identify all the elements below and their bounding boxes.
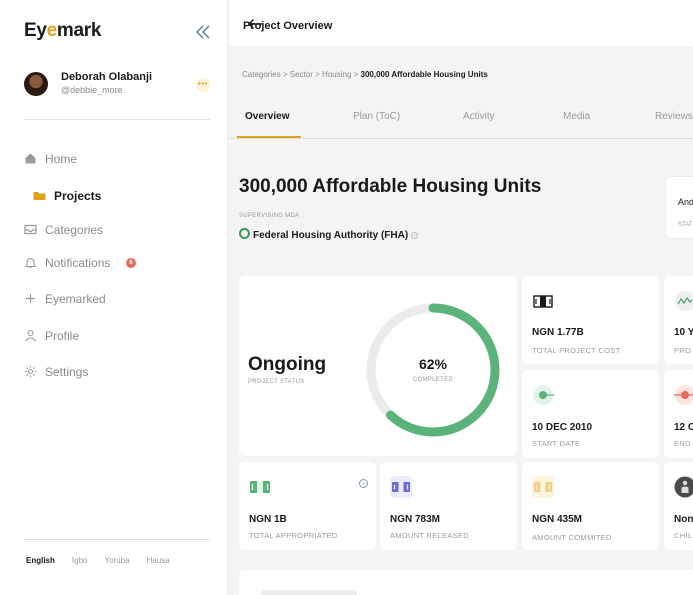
sidebar-item-eyemarked[interactable]: Eyemarked: [24, 290, 210, 310]
stat-label: PRO: [674, 346, 692, 355]
side-info-label: STAT: [678, 222, 693, 228]
supervising-mda-label: SUPERVISING MDA: [239, 213, 300, 219]
sidebar-item-notifications[interactable]: Notifications 6: [24, 254, 210, 274]
stat-value: NGN 783M: [390, 514, 441, 525]
active-tab-indicator: [237, 136, 301, 138]
mda-name[interactable]: Federal Housing Authority (FHA): [253, 230, 408, 241]
stat-value: 10 Y: [674, 327, 693, 338]
mda-seal-icon: [239, 228, 250, 239]
stat-value: NGN 1B: [249, 514, 287, 525]
home-icon: [25, 153, 36, 164]
avatar[interactable]: [24, 72, 48, 96]
stat-card-total-appropriated: i NGN 1B TOTAL APPROPRIATED: [239, 462, 376, 550]
sidebar-item-label: Notifications: [45, 256, 111, 270]
gear-icon: [24, 365, 37, 378]
sidebar-item-settings[interactable]: Settings: [24, 363, 210, 383]
next-section-card: [239, 570, 693, 595]
stat-card-end-date: 12 O END: [664, 370, 693, 458]
sidebar-item-label: Home: [45, 152, 78, 166]
stat-label: TOTAL APPROPRIATED: [249, 531, 338, 540]
language-hausa[interactable]: Hausa: [147, 556, 170, 565]
notification-count-badge: 6: [126, 258, 136, 268]
tab-bar: Overview Plan (ToC) Activity Media Revie…: [229, 100, 693, 139]
side-info-value: And: [678, 197, 693, 207]
supervising-mda: Federal Housing Authority (FHA) i: [239, 228, 419, 241]
sidebar-item-profile[interactable]: Profile: [24, 327, 210, 347]
sidebar-item-label: Projects: [54, 189, 102, 203]
stat-value: 12 O: [674, 422, 693, 433]
sidebar-item-categories[interactable]: Categories: [24, 221, 210, 241]
cash-purple-icon: [390, 476, 412, 498]
stat-card-children: Non CHIL: [664, 462, 693, 550]
stat-value: 10 DEC 2010: [532, 422, 593, 433]
info-icon[interactable]: i: [411, 232, 419, 239]
stat-card-start-date: 10 DEC 2010 START DATE: [522, 370, 659, 458]
start-dot-icon: [533, 385, 554, 405]
project-status-value: Ongoing: [248, 354, 327, 375]
tab-media[interactable]: Media: [563, 111, 590, 122]
sidebar-item-projects[interactable]: Projects: [24, 187, 210, 207]
stat-label: AMOUNT COMMITED: [532, 533, 612, 542]
stat-label: START DATE: [532, 439, 581, 448]
money-icon: [533, 295, 553, 308]
people-icon: [674, 476, 693, 498]
language-english[interactable]: English: [26, 556, 55, 565]
user-icon: [25, 329, 36, 342]
breadcrumb: Categories > Sector > Housing > 300,000 …: [242, 70, 488, 79]
stat-label: AMOUNT RELEASED: [390, 531, 469, 540]
project-title: 300,000 Affordable Housing Units: [239, 176, 542, 197]
stat-value: NGN 1.77B: [532, 327, 584, 338]
page-title: Project Overview: [243, 20, 333, 32]
next-section-heading-placeholder: [261, 590, 357, 595]
breadcrumb-current: 300,000 Affordable Housing Units: [360, 70, 488, 79]
project-status-label: PROJECT STATUS: [248, 379, 305, 385]
divider: [24, 119, 210, 120]
sidebar: Eyemark Deborah Olabanji @debbie_more ••…: [0, 0, 228, 595]
tab-activity[interactable]: Activity: [463, 111, 495, 122]
app-logo[interactable]: Eyemark: [24, 20, 101, 42]
stat-value: Non: [674, 514, 693, 525]
stat-value: NGN 435M: [532, 514, 583, 525]
sidebar-item-label: Eyemarked: [45, 292, 106, 306]
side-info-card: And STAT: [665, 176, 693, 239]
project-status-card: Ongoing PROJECT STATUS 62% COMPLETED: [239, 276, 517, 456]
stat-label: TOTAL PROJECT COST: [532, 346, 621, 355]
inbox-icon: [24, 224, 37, 235]
cash-green-icon: [250, 481, 270, 493]
language-switcher: English Igbo Yoruba Hausa: [26, 556, 187, 565]
user-profile[interactable]: Deborah Olabanji @debbie_more •••: [24, 70, 214, 100]
tab-plan-toc[interactable]: Plan (ToC): [353, 111, 400, 122]
completion-label: COMPLETED: [412, 377, 454, 383]
user-name: Deborah Olabanji: [61, 71, 153, 83]
trend-icon: [675, 291, 693, 311]
stat-label: CHIL: [674, 531, 693, 540]
folder-icon: [33, 192, 46, 200]
stat-card-amount-committed: NGN 435M AMOUNT COMMITED: [522, 462, 659, 550]
info-icon[interactable]: i: [359, 479, 368, 488]
sidebar-item-label: Settings: [45, 365, 89, 379]
tab-overview[interactable]: Overview: [245, 111, 289, 122]
stat-card-amount-released: NGN 783M AMOUNT RELEASED: [380, 462, 517, 550]
language-yoruba[interactable]: Yoruba: [104, 556, 129, 565]
user-handle: @debbie_more: [61, 85, 123, 95]
more-options-icon[interactable]: •••: [196, 78, 210, 92]
sidebar-item-label: Profile: [45, 329, 80, 343]
stat-card-duration: 10 Y PRO: [664, 276, 693, 364]
divider: [24, 539, 210, 540]
sidebar-item-home[interactable]: Home: [24, 150, 210, 170]
stat-card-total-cost: NGN 1.77B TOTAL PROJECT COST: [522, 276, 659, 364]
stat-label: END: [674, 439, 691, 448]
language-igbo[interactable]: Igbo: [72, 556, 88, 565]
plus-icon: [26, 294, 35, 303]
end-dot-icon: [674, 385, 693, 405]
bell-icon: [24, 257, 37, 269]
completion-percentage: 62%: [418, 356, 448, 372]
sidebar-item-label: Categories: [45, 223, 104, 237]
breadcrumb-trail[interactable]: Categories > Sector > Housing >: [242, 70, 361, 79]
collapse-sidebar-icon[interactable]: [194, 24, 212, 40]
tab-reviews[interactable]: Reviews: [655, 111, 693, 122]
cash-yellow-icon: [532, 476, 554, 498]
